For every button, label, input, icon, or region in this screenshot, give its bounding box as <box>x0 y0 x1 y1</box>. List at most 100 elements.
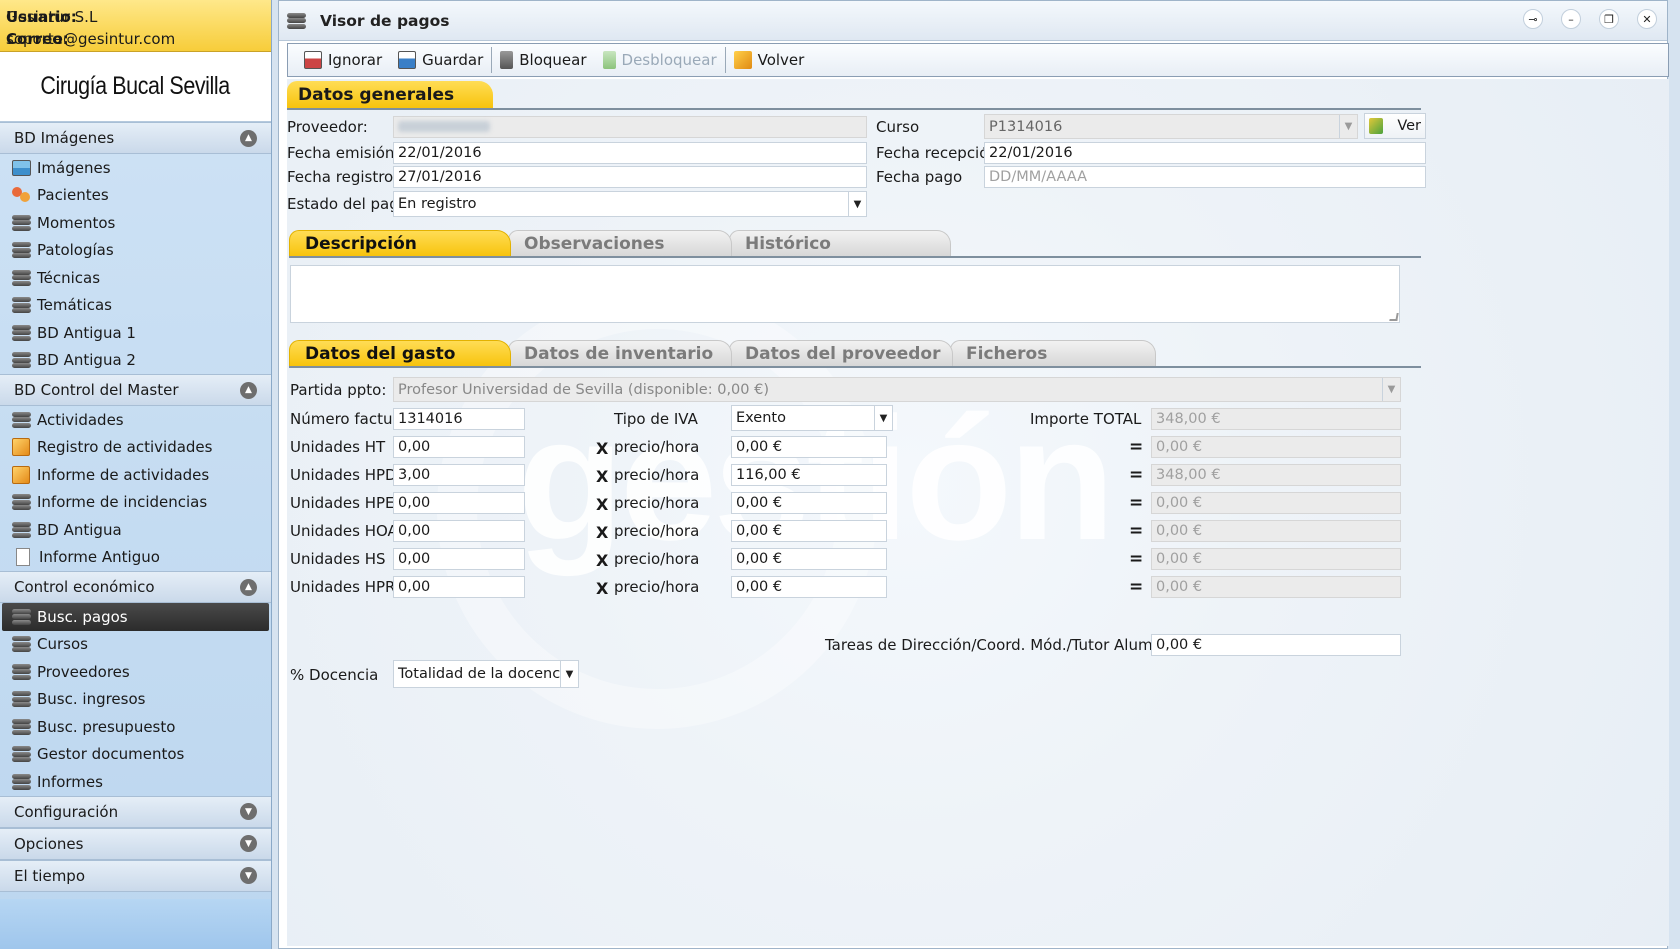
tareas-field[interactable]: 0,00 € <box>1151 634 1401 656</box>
datos-generales-header: Datos generales <box>287 81 493 109</box>
resize-grip-icon[interactable] <box>1389 313 1399 321</box>
multiply-sign: X <box>596 523 609 542</box>
desbloquear-button[interactable]: Desbloquear <box>595 46 725 74</box>
sidebar-item-busc-presupuesto[interactable]: Busc. presupuesto <box>0 713 271 741</box>
sidebar-item-label: Técnicas <box>37 268 101 287</box>
sidebar-item-gestor-documentos[interactable]: Gestor documentos <box>0 741 271 769</box>
chevron-down-icon: ▼ <box>560 661 578 687</box>
fecha-emision-field[interactable]: 22/01/2016 <box>393 142 867 164</box>
sidebar-item-label: Actividades <box>37 410 124 429</box>
unidades-hs-field[interactable]: 0,00 <box>393 548 525 570</box>
precio-hs-field[interactable]: 0,00 € <box>731 548 887 570</box>
sidebar-item-bd-antigua[interactable]: BD Antigua <box>0 516 271 544</box>
sidebar-item-label: Patologías <box>37 241 114 260</box>
volver-button[interactable]: Volver <box>726 46 813 74</box>
sidebar-item-informes[interactable]: Informes <box>0 768 271 796</box>
tab-descripcion[interactable]: Descripción <box>289 230 511 257</box>
sidebar-item-label: Informe de actividades <box>37 465 210 484</box>
user-info: Usuario: Gesintur S.L Correo: soporte@gesi… <box>0 0 271 52</box>
section-label: Control económico <box>14 578 155 596</box>
collapse-icon[interactable]: ▲ <box>240 129 257 147</box>
save-icon <box>398 51 417 69</box>
fecha-recepcion-field[interactable]: 22/01/2016 <box>984 142 1426 164</box>
close-icon[interactable]: ✕ <box>1637 9 1657 29</box>
fecha-pago-field[interactable]: DD/MM/AAAA <box>984 166 1426 188</box>
expand-icon[interactable]: ▼ <box>240 835 257 852</box>
database-icon <box>12 297 31 314</box>
section-el-tiempo[interactable]: El tiempo ▼ <box>0 859 271 892</box>
sidebar-item-bd-antigua-1[interactable]: BD Antigua 1 <box>0 319 271 347</box>
sidebar-item-tecnicas[interactable]: Técnicas <box>0 264 271 292</box>
database-icon <box>12 242 31 259</box>
tab-datos-inventario[interactable]: Datos de inventario <box>508 340 732 367</box>
descripcion-textarea[interactable] <box>290 265 1400 323</box>
sidebar-item-busc-ingresos[interactable]: Busc. ingresos <box>0 686 271 714</box>
precio-hpe-field[interactable]: 0,00 € <box>731 492 887 514</box>
tab-ficheros[interactable]: Ficheros <box>950 340 1156 367</box>
sidebar-item-registro-actividades[interactable]: Registro de actividades <box>0 434 271 462</box>
sidebar-item-actividades[interactable]: Actividades <box>0 406 271 434</box>
sidebar-item-patologias[interactable]: Patologías <box>0 237 271 265</box>
section-label: El tiempo <box>14 866 86 885</box>
sidebar-item-tematicas[interactable]: Temáticas <box>0 292 271 320</box>
sidebar-item-label: Proveedores <box>37 662 130 681</box>
fecha-registro-field[interactable]: 27/01/2016 <box>393 166 867 188</box>
proveedor-field[interactable] <box>393 116 867 138</box>
section-opciones[interactable]: Opciones ▼ <box>0 827 271 860</box>
expand-icon[interactable]: ▼ <box>240 803 257 820</box>
guardar-button[interactable]: Guardar <box>390 46 491 74</box>
unidades-hpd-field[interactable]: 3,00 <box>393 464 525 486</box>
precio-hora-label: precio/hora <box>614 578 700 596</box>
precio-hpd-field[interactable]: 116,00 € <box>731 464 887 486</box>
section-configuracion[interactable]: Configuración ▼ <box>0 795 271 828</box>
expand-icon[interactable]: ▼ <box>240 867 257 884</box>
tab-datos-gasto[interactable]: Datos del gasto <box>289 340 511 367</box>
restore-icon[interactable]: ❐ <box>1599 9 1619 29</box>
ignorar-button[interactable]: Ignorar <box>296 46 390 74</box>
partida-select[interactable]: Profesor Universidad de Sevilla (disponi… <box>393 377 1401 402</box>
collapse-icon[interactable]: ▲ <box>240 381 257 399</box>
ver-button[interactable]: Ver <box>1364 113 1426 139</box>
unidades-hpd-label: Unidades HPD <box>290 466 397 484</box>
sidebar-item-imagenes[interactable]: Imágenes <box>0 154 271 182</box>
pin-icon[interactable]: ⊸ <box>1523 9 1543 29</box>
precio-hpr-field[interactable]: 0,00 € <box>731 576 887 598</box>
sidebar-item-informe-antiguo[interactable]: Informe Antiguo <box>0 544 271 572</box>
tab-datos-proveedor[interactable]: Datos del proveedor <box>729 340 953 367</box>
section-control-economico[interactable]: Control económico ▲ <box>0 571 271 603</box>
chevron-down-icon: ▼ <box>874 406 892 430</box>
sidebar-item-label: Pacientes <box>37 186 109 205</box>
sidebar-item-momentos[interactable]: Momentos <box>0 209 271 237</box>
sidebar-item-busc-pagos[interactable]: Busc. pagos <box>2 603 269 631</box>
sidebar-item-bd-antigua-2[interactable]: BD Antigua 2 <box>0 347 271 375</box>
window-controls: ⊸ – ❐ ✕ <box>1523 9 1657 29</box>
tab-historico[interactable]: Histórico <box>729 230 951 257</box>
numero-factura-field[interactable]: 1314016 <box>393 408 525 430</box>
curso-select[interactable]: P1314016 ▼ <box>984 114 1358 139</box>
sidebar-item-proveedores[interactable]: Proveedores <box>0 658 271 686</box>
sidebar-item-label: Informe de incidencias <box>37 493 208 512</box>
tipo-iva-select[interactable]: Exento ▼ <box>731 405 893 431</box>
unidades-hpe-field[interactable]: 0,00 <box>393 492 525 514</box>
section-label: BD Imágenes <box>14 129 115 147</box>
docencia-select[interactable]: Totalidad de la docencia ▼ <box>393 660 579 688</box>
section-bd-control-master[interactable]: BD Control del Master ▲ <box>0 374 271 406</box>
precio-ht-field[interactable]: 0,00 € <box>731 436 887 458</box>
estado-pago-select[interactable]: En registro ▼ <box>393 191 867 217</box>
sidebar-item-informe-incidencias[interactable]: Informe de incidencias <box>0 489 271 517</box>
unidades-hoa-field[interactable]: 0,00 <box>393 520 525 542</box>
volver-label: Volver <box>757 51 805 69</box>
unlock-icon <box>602 51 616 69</box>
unidades-hpr-field[interactable]: 0,00 <box>393 576 525 598</box>
minimize-icon[interactable]: – <box>1561 9 1581 29</box>
section-bd-imagenes[interactable]: BD Imágenes ▲ <box>0 122 271 154</box>
sidebar-item-pacientes[interactable]: Pacientes <box>0 182 271 210</box>
sidebar-item-cursos[interactable]: Cursos <box>0 631 271 659</box>
bloquear-button[interactable]: Bloquear <box>492 46 594 74</box>
section-label: Opciones <box>14 834 84 853</box>
sidebar-item-informe-actividades[interactable]: Informe de actividades <box>0 461 271 489</box>
collapse-icon[interactable]: ▲ <box>240 578 257 596</box>
tab-observaciones[interactable]: Observaciones <box>508 230 732 257</box>
unidades-ht-field[interactable]: 0,00 <box>393 436 525 458</box>
precio-hoa-field[interactable]: 0,00 € <box>731 520 887 542</box>
